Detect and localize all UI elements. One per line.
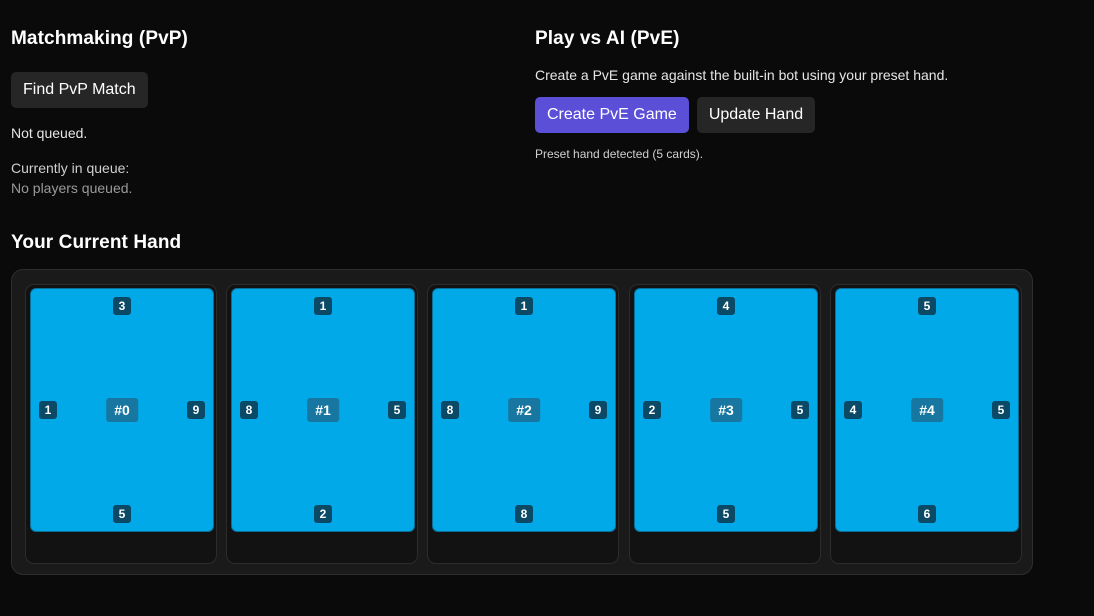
card-id: #2 bbox=[508, 398, 540, 422]
create-pve-game-button[interactable]: Create PvE Game bbox=[535, 97, 689, 133]
card-slot: 5 4 #4 5 6 bbox=[830, 284, 1022, 564]
card-bottom-value: 2 bbox=[314, 505, 332, 523]
card-right-value: 5 bbox=[992, 401, 1010, 419]
card-slot: 1 8 #2 9 8 bbox=[427, 284, 619, 564]
card-bottom-value: 8 bbox=[515, 505, 533, 523]
card-top-value: 4 bbox=[717, 297, 735, 315]
update-hand-button[interactable]: Update Hand bbox=[696, 97, 816, 133]
pvp-heading: Matchmaking (PvP) bbox=[11, 28, 188, 49]
pvp-section: Matchmaking (PvP) Find PvP Match Not que… bbox=[11, 28, 491, 196]
card-left-value: 4 bbox=[844, 401, 862, 419]
card-bottom-value: 5 bbox=[717, 505, 735, 523]
hand-card[interactable]: 4 2 #3 5 5 bbox=[634, 288, 818, 532]
card-slot: 3 1 #0 9 5 bbox=[25, 284, 217, 564]
find-pvp-match-button[interactable]: Find PvP Match bbox=[11, 72, 148, 108]
card-top-value: 5 bbox=[918, 297, 936, 315]
hand-heading: Your Current Hand bbox=[11, 232, 182, 253]
card-bottom-value: 6 bbox=[918, 505, 936, 523]
card-right-value: 5 bbox=[791, 401, 809, 419]
card-slot: 1 8 #1 5 2 bbox=[226, 284, 418, 564]
card-left-value: 8 bbox=[441, 401, 459, 419]
pve-button-row: Create PvE Game Update Hand bbox=[535, 97, 1075, 133]
queue-label: Currently in queue: bbox=[11, 160, 130, 176]
pve-heading: Play vs AI (PvE) bbox=[535, 28, 680, 49]
card-left-value: 8 bbox=[240, 401, 258, 419]
card-top-value: 1 bbox=[515, 297, 533, 315]
card-left-value: 1 bbox=[39, 401, 57, 419]
card-id: #3 bbox=[710, 398, 742, 422]
card-left-value: 2 bbox=[643, 401, 661, 419]
queue-status: Not queued. bbox=[11, 125, 88, 141]
hand-panel: 3 1 #0 9 5 1 8 #1 5 2 1 8 #2 9 8 4 2 #3 … bbox=[11, 269, 1033, 575]
pve-description: Create a PvE game against the built-in b… bbox=[535, 67, 949, 83]
card-bottom-value: 5 bbox=[113, 505, 131, 523]
page: Matchmaking (PvP) Find PvP Match Not que… bbox=[0, 0, 1094, 616]
card-id: #4 bbox=[911, 398, 943, 422]
hand-card[interactable]: 1 8 #2 9 8 bbox=[432, 288, 616, 532]
hand-card[interactable]: 3 1 #0 9 5 bbox=[30, 288, 214, 532]
preset-hand-note: Preset hand detected (5 cards). bbox=[535, 147, 704, 161]
pve-section: Play vs AI (PvE) Create a PvE game again… bbox=[535, 28, 1075, 161]
card-slot: 4 2 #3 5 5 bbox=[629, 284, 821, 564]
card-right-value: 9 bbox=[187, 401, 205, 419]
card-id: #0 bbox=[106, 398, 138, 422]
card-right-value: 9 bbox=[589, 401, 607, 419]
card-top-value: 3 bbox=[113, 297, 131, 315]
card-right-value: 5 bbox=[388, 401, 406, 419]
hand-card[interactable]: 5 4 #4 5 6 bbox=[835, 288, 1019, 532]
queue-empty-text: No players queued. bbox=[11, 180, 133, 196]
hand-card[interactable]: 1 8 #1 5 2 bbox=[231, 288, 415, 532]
card-id: #1 bbox=[307, 398, 339, 422]
card-top-value: 1 bbox=[314, 297, 332, 315]
